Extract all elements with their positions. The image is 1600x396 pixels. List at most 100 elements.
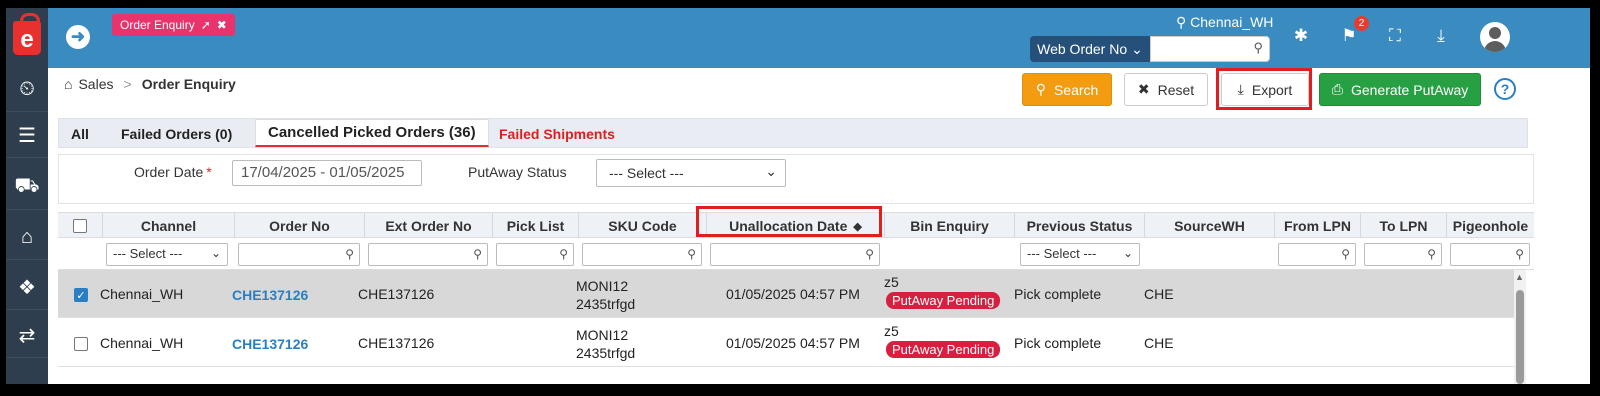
select-all-checkbox[interactable] [73,219,87,233]
chevron-down-icon: ⌄ [1131,40,1143,57]
col-pigeonhole[interactable]: Pigeonhole [1446,213,1534,239]
home-icon[interactable]: ⌂ [64,76,72,92]
page-tab-pill[interactable]: Order Enquiry ➚ ✖ [112,14,235,36]
warehouse-location[interactable]: ⚲ Chennai_WH [1176,14,1273,31]
col-channel[interactable]: Channel [102,213,234,239]
search-icon[interactable]: ⚲ [1253,40,1263,56]
back-arrow-icon[interactable]: ➜ [66,25,90,49]
cell-order-no-link[interactable]: CHE137126 [232,336,308,352]
search-button[interactable]: ⚲ Search [1022,73,1112,106]
cell-bin: z5 [884,323,899,339]
help-icon[interactable]: ? [1494,78,1516,100]
app-frame: e ⏲ ☰ ⛟ ⌂ ❖ ⇄ ➜ Order Enquiry ➚ ✖ ⚲ Chen… [6,8,1590,384]
row-checkbox[interactable]: ✓ [74,288,88,302]
order-no-filter-input[interactable]: ⚲ [238,243,360,266]
x-icon: ✖ [1137,81,1150,97]
chevron-down-icon: ⌄ [210,246,221,260]
sku-line-2: 2435trfgd [576,345,636,361]
col-ext-order-no[interactable]: Ext Order No [364,213,492,239]
cell-sku-code: MONI12 2435trfgd [576,277,635,313]
export-highlight-box [1216,68,1312,110]
unallocation-date-highlight-box [696,206,882,237]
col-bin-enquiry[interactable]: Bin Enquiry [884,213,1014,239]
close-icon[interactable]: ✖ [217,18,227,32]
col-sku-code[interactable]: SKU Code [578,213,706,239]
tab-failed-shipments[interactable]: Failed Shipments [499,119,615,148]
map-marker-icon: ⚲ [1176,14,1187,30]
tab-failed-orders[interactable]: Failed Orders (0) [121,119,232,148]
page-tab-label: Order Enquiry [120,18,195,32]
briefcase-icon: ⌂ [20,226,34,248]
order-date-label: Order Date * [134,164,212,180]
fullscreen-icon[interactable]: ⛶ [1384,26,1406,46]
breadcrumb-sales[interactable]: Sales [78,76,113,92]
sidebar-item-briefcase[interactable]: ⌂ [6,216,48,260]
col-order-no[interactable]: Order No [234,213,364,239]
col-previous-status[interactable]: Previous Status [1014,213,1144,239]
col-from-lpn[interactable]: From LPN [1274,213,1360,239]
sku-code-filter-input[interactable]: ⚲ [582,243,702,266]
sku-line-2: 2435trfgd [576,296,636,312]
col-to-lpn[interactable]: To LPN [1360,213,1446,239]
order-search-input[interactable]: ⚲ [1150,36,1270,62]
scroll-up-arrow-icon[interactable]: ▲ [1515,272,1524,282]
tab-cancelled-picked-orders[interactable]: Cancelled Picked Orders (36) [255,119,489,147]
putaway-status-select[interactable]: --- Select --- ⌄ [596,159,786,187]
generate-putaway-button[interactable]: ⎙ Generate PutAway [1319,73,1481,106]
search-icon: ⚲ [473,247,482,261]
col-pick-list[interactable]: Pick List [492,213,578,239]
pin-icon[interactable]: ➚ [201,18,211,32]
settings-icon[interactable]: ✱ [1290,26,1312,46]
sidebar-item-cart[interactable]: ⛟ [6,166,48,210]
reset-button-label: Reset [1157,81,1195,98]
breadcrumb: ⌂ Sales > Order Enquiry [64,76,236,92]
search-icon: ⚲ [865,247,874,261]
cell-source-wh: CHE [1144,335,1174,351]
reset-button[interactable]: ✖ Reset [1124,73,1208,106]
cell-channel: Chennai_WH [100,335,184,351]
table-scrollbar-thumb[interactable] [1516,290,1524,384]
putaway-pending-badge: PutAway Pending [886,292,1001,309]
to-lpn-filter-input[interactable]: ⚲ [1364,243,1442,266]
ext-order-no-filter-input[interactable]: ⚲ [368,243,488,266]
previous-status-filter-select[interactable]: --- Select --- ⌄ [1020,243,1140,266]
from-lpn-filter-input[interactable]: ⚲ [1278,243,1356,266]
shopping-bag-logo-icon: e [13,13,41,55]
order-type-dropdown[interactable]: Web Order No ⌄ [1030,36,1150,62]
sidebar-item-dashboard[interactable]: ⏲ [6,68,48,112]
top-header: ➜ Order Enquiry ➚ ✖ ⚲ Chennai_WH Web Ord… [48,8,1590,68]
search-icon: ⚲ [345,247,354,261]
app-logo[interactable]: e [6,8,48,68]
tab-all[interactable]: All [71,119,89,148]
cart-icon: ⛟ [14,175,40,197]
cell-previous-status: Pick complete [1014,286,1102,302]
cell-sku-code: MONI12 2435trfgd [576,326,635,362]
sidebar-item-exchange[interactable]: ⇄ [6,314,48,358]
putaway-status-label: PutAway Status [468,164,567,180]
download-icon[interactable]: ⤓ [1430,26,1452,46]
table-row[interactable]: Chennai_WH CHE137126 CHE137126 MONI12 24… [58,319,1514,367]
row-checkbox[interactable] [74,337,88,351]
unallocation-date-filter-input[interactable]: ⚲ [710,243,880,266]
table-filter-row: --- Select --- ⌄ ⚲ ⚲ ⚲ ⚲ ⚲ --- Select --… [58,238,1534,270]
col-source-wh[interactable]: SourceWH [1144,213,1274,239]
warehouse-name: Chennai_WH [1190,14,1274,30]
pick-list-filter-input[interactable]: ⚲ [496,243,574,266]
order-type-label: Web Order No [1037,41,1128,57]
required-marker: * [206,164,212,180]
cell-unallocation-date: 01/05/2025 04:57 PM [726,286,860,302]
user-avatar[interactable] [1480,22,1510,52]
channel-filter-select[interactable]: --- Select --- ⌄ [106,243,228,266]
search-button-label: Search [1053,81,1099,98]
cell-bin: z5 [884,274,899,290]
cell-unallocation-date: 01/05/2025 04:57 PM [726,335,860,351]
search-icon: ⚲ [1341,247,1350,261]
putaway-status-value: --- Select --- [609,165,684,181]
order-date-range-input[interactable]: 17/04/2025 - 01/05/2025 [232,160,422,186]
sidebar-item-list[interactable]: ☰ [6,114,48,158]
putaway-pending-badge: PutAway Pending [886,341,1001,358]
cell-order-no-link[interactable]: CHE137126 [232,287,308,303]
table-row[interactable]: ✓ Chennai_WH CHE137126 CHE137126 MONI12 … [58,270,1514,318]
pigeonhole-filter-input[interactable]: ⚲ [1450,243,1530,266]
sidebar-item-cubes[interactable]: ❖ [6,266,48,310]
